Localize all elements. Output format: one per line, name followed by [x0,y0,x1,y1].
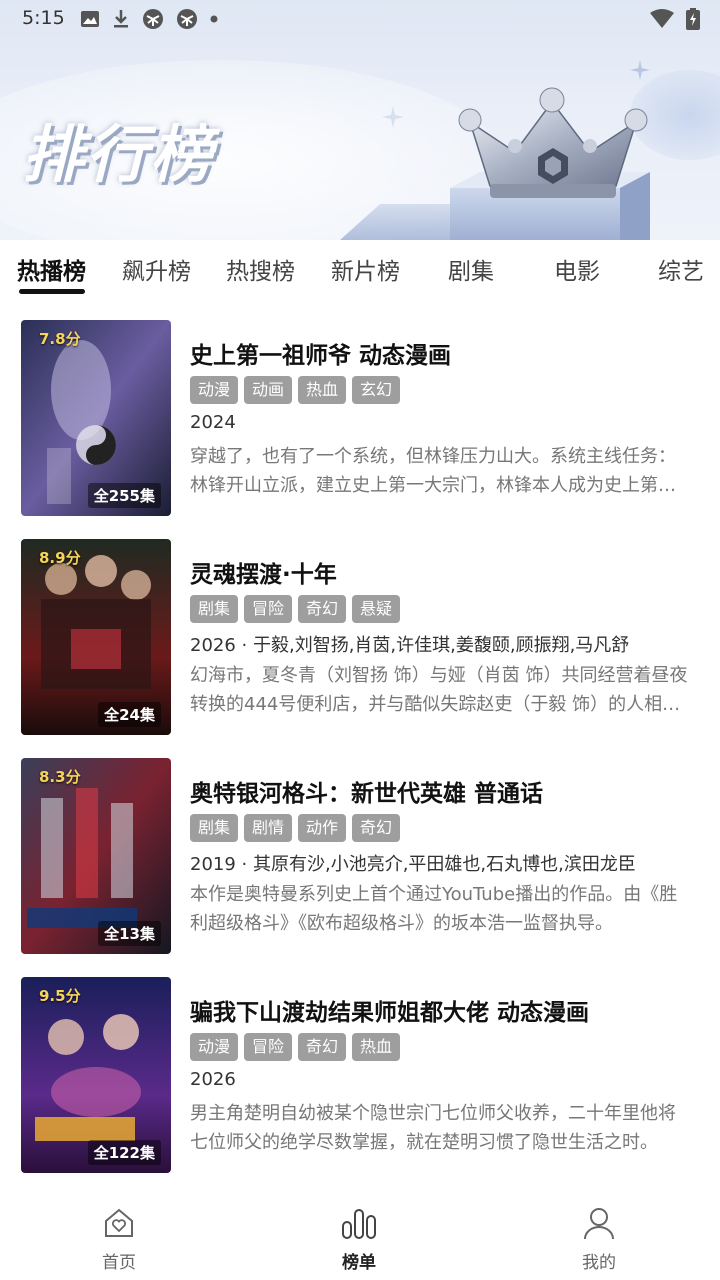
item-title[interactable]: 奥特银河格斗：新世代英雄 普通话 [190,774,543,808]
tag-list: 剧集 冒险 奇幻 悬疑 [190,595,401,623]
item-description: 穿越了，也有了一个系统，但林锋压力山大。系统主线任务：林锋开山立派，建立史上第一… [190,446,676,496]
page-title: 排行榜 [22,118,215,191]
genre-tag[interactable]: 热血 [298,376,347,404]
image-icon [81,11,99,27]
system-icons [650,8,700,30]
genre-tag[interactable]: 冒险 [244,595,293,623]
tab-indicator [19,289,85,294]
item-meta: 2024 [190,412,236,433]
crown-icon [340,87,650,240]
genre-tag[interactable]: 冒险 [244,1033,293,1061]
poster-image[interactable]: 8.3分 全13集 [21,758,171,954]
item-title[interactable]: 史上第一祖师爷 动态漫画 [190,336,451,370]
tab-new-release[interactable]: 新片榜 [331,252,400,286]
nav-rankings-label: 榜单 [342,1253,376,1273]
battery-charging-icon [686,8,700,30]
tab-hot-play[interactable]: 热播榜 [17,252,86,286]
tag-list: 剧集 剧情 动作 奇幻 [190,814,401,842]
genre-tag[interactable]: 奇幻 [298,595,347,623]
item-title[interactable]: 灵魂摆渡·十年 [190,555,337,589]
item-meta: 2026 [190,1069,236,1090]
poster-image[interactable]: 7.8分 全255集 [21,320,171,516]
notification-icons [80,8,218,30]
item-description: 幻海市，夏冬青（刘智扬 饰）与娅（肖茵 饰）共同经营着昼夜转换的444号便利店，… [190,665,688,715]
tag-list: 动漫 冒险 奇幻 热血 [190,1033,401,1061]
item-description: 本作是奥特曼系列史上首个通过YouTube播出的作品。由《胜利超级格斗》《欧布超… [190,884,678,934]
genre-tag[interactable]: 动画 [244,376,293,404]
episode-count: 全122集 [87,1140,161,1165]
sparkle-icon [630,60,650,80]
list-item[interactable]: 8.3分 全13集 奥特银河格斗：新世代英雄 普通话 剧集 剧情 动作 奇幻 2… [0,758,720,954]
item-meta: 2019 · 其原有沙,小池亮介,平田雄也,石丸博也,滨田龙臣 [190,854,636,875]
poster-image[interactable]: 8.9分 全24集 [21,539,171,735]
list-item[interactable]: 8.9分 全24集 灵魂摆渡·十年 剧集 冒险 奇幻 悬疑 2026 · 于毅,… [0,539,720,735]
download-icon [114,10,128,28]
score-badge: 9.5分 [39,987,81,1005]
user-icon [584,1208,614,1240]
tab-rising[interactable]: 飙升榜 [122,252,191,286]
nav-profile-label: 我的 [582,1253,616,1273]
score-badge: 7.8分 [39,330,81,348]
genre-tag[interactable]: 剧情 [244,814,293,842]
list-item[interactable]: 9.5分 全122集 骗我下山渡劫结果师姐都大佬 动态漫画 动漫 冒险 奇幻 热… [0,977,720,1173]
episode-count: 全24集 [98,702,161,727]
genre-tag[interactable]: 动漫 [190,1033,239,1061]
genre-tag[interactable]: 剧集 [190,814,239,842]
bottom-navigation: 首页 榜单 我的 [0,1196,720,1280]
status-bar: 5:15 [0,0,720,36]
tag-list: 动漫 动画 热血 玄幻 [190,376,401,404]
status-time: 5:15 [22,7,65,29]
tab-movies[interactable]: 电影 [554,252,600,286]
nav-home-label: 首页 [102,1253,136,1273]
dot-icon [210,15,218,23]
nav-rankings[interactable]: 榜单 [299,1206,419,1273]
item-description: 男主角楚明自幼被某个隐世宗门七位师父收养，二十年里他将七位师父的绝学尽数掌握，就… [190,1103,676,1153]
genre-tag[interactable]: 剧集 [190,595,239,623]
genre-tag[interactable]: 玄幻 [352,376,401,404]
tab-series[interactable]: 剧集 [448,252,494,286]
episode-count: 全13集 [98,921,161,946]
genre-tag[interactable]: 动漫 [190,376,239,404]
nav-home[interactable]: 首页 [59,1206,179,1273]
header-banner: 排行榜 [0,0,720,240]
home-heart-icon [105,1208,133,1237]
genre-tag[interactable]: 奇幻 [298,1033,347,1061]
score-badge: 8.9分 [39,549,81,567]
vpn-icon [143,9,163,29]
tab-hot-search[interactable]: 热搜榜 [226,252,295,286]
genre-tag[interactable]: 奇幻 [352,814,401,842]
vpn-icon [177,9,197,29]
nav-profile[interactable]: 我的 [539,1206,659,1273]
genre-tag[interactable]: 热血 [352,1033,401,1061]
chart-bars-icon [342,1209,376,1239]
genre-tag[interactable]: 悬疑 [352,595,401,623]
wifi-icon [650,9,674,28]
score-badge: 8.3分 [39,768,81,786]
ranking-tabs: 热播榜 飙升榜 热搜榜 新片榜 剧集 电影 综艺 [0,240,720,300]
genre-tag[interactable]: 动作 [298,814,347,842]
tab-variety[interactable]: 综艺 [658,252,704,286]
item-meta: 2026 · 于毅,刘智扬,肖茵,许佳琪,姜馥颐,顾振翔,马凡舒 [190,635,630,656]
list-item[interactable]: 7.8分 全255集 史上第一祖师爷 动态漫画 动漫 动画 热血 玄幻 2024… [0,320,720,516]
episode-count: 全255集 [87,483,161,508]
item-title[interactable]: 骗我下山渡劫结果师姐都大佬 动态漫画 [190,993,589,1027]
poster-image[interactable]: 9.5分 全122集 [21,977,171,1173]
